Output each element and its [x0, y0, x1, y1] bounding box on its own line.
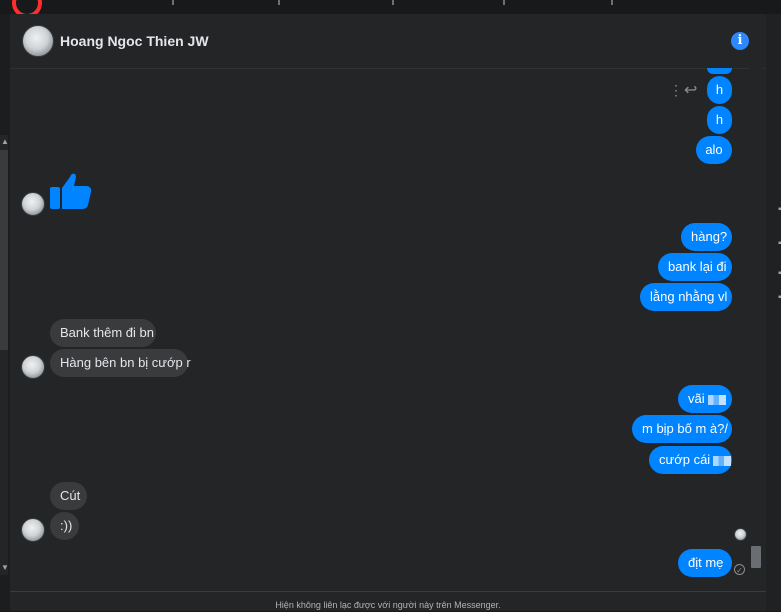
sender-avatar[interactable] [21, 355, 45, 379]
message-text: cướp cái [659, 452, 711, 467]
message-bubble-outgoing[interactable]: alo [696, 136, 732, 164]
message-text: Bank thêm đi bn [60, 325, 154, 340]
reply-icon[interactable]: ↩ [684, 80, 697, 100]
right-panel-edge: ▪ ▪ ▪ ▪ [766, 14, 781, 611]
left-scrollbar-thumb[interactable] [0, 150, 8, 350]
message-bubble-outgoing[interactable]: địt mẹ [678, 549, 732, 577]
sender-avatar[interactable] [21, 192, 45, 216]
message-text: hàng? [691, 229, 728, 244]
message-bubble-outgoing[interactable]: h [707, 106, 732, 134]
message-text: h [715, 82, 724, 97]
message-bubble-outgoing[interactable]: hàng? [681, 223, 732, 251]
message-bubble-outgoing[interactable]: vãi [678, 385, 732, 413]
chat-header: Hoang Ngoc Thien JW i [10, 14, 766, 69]
browser-top-bar [0, 0, 781, 18]
message-bubble-outgoing[interactable]: cướp cái [649, 446, 732, 474]
chat-scrollbar[interactable] [749, 68, 763, 578]
message-text: lằng nhằng vl [650, 289, 728, 304]
contact-avatar[interactable] [22, 25, 54, 57]
seen-avatar [734, 528, 747, 541]
message-bubble-incoming[interactable]: Hàng bên bn bị cướp r [50, 349, 191, 377]
message-text: m bịp bố m à?/ [642, 421, 728, 436]
sent-check-icon: ✓ [734, 564, 745, 575]
message-text: vãi [688, 391, 705, 406]
scroll-up-arrow-icon[interactable]: ▲ [1, 137, 9, 146]
chat-window: Hoang Ngoc Thien JW i ⋮ ↩ h h alo hàng? … [10, 14, 766, 611]
thumbs-up-icon[interactable] [46, 168, 94, 216]
message-text: bank lại đi [668, 259, 727, 274]
chat-scrollbar-thumb[interactable] [751, 546, 761, 568]
message-text: h [715, 112, 724, 127]
message-bubble-outgoing[interactable]: lằng nhằng vl [640, 283, 732, 311]
more-vertical-icon[interactable]: ⋮ [669, 82, 683, 99]
message-bubble-incoming[interactable]: :)) [50, 512, 79, 540]
toolbar-icon[interactable] [278, 0, 280, 5]
message-text: Cút [60, 488, 81, 503]
message-bubble-outgoing[interactable]: bank lại đi [658, 253, 732, 281]
info-icon[interactable]: i [731, 32, 749, 50]
unavailable-notice-text: Hiện không liên lạc được với người này t… [275, 600, 501, 610]
message-bubble-partial[interactable] [707, 68, 732, 74]
unavailable-notice: Hiện không liên lạc được với người này t… [10, 591, 766, 612]
message-bubble-incoming[interactable]: Bank thêm đi bn [50, 319, 156, 347]
message-text: :)) [60, 518, 73, 533]
message-text: Hàng bên bn bị cướp r [60, 355, 191, 370]
pixelated-emoji-icon [707, 394, 726, 405]
message-text: địt mẹ [688, 555, 724, 570]
sender-avatar[interactable] [21, 518, 45, 542]
message-text: alo [705, 142, 723, 157]
message-bubble-incoming[interactable]: Cút [50, 482, 87, 510]
toolbar-icon[interactable] [503, 0, 505, 5]
message-bubble-outgoing[interactable]: m bịp bố m à?/ [632, 415, 732, 443]
toolbar-icon[interactable] [611, 0, 613, 5]
scroll-down-arrow-icon[interactable]: ▼ [1, 563, 9, 572]
contact-name[interactable]: Hoang Ngoc Thien JW [60, 33, 209, 49]
pixelated-emoji-icon [713, 455, 732, 466]
toolbar-icon[interactable] [172, 0, 174, 5]
toolbar-icon[interactable] [392, 0, 394, 5]
message-bubble-outgoing[interactable]: h [707, 76, 732, 104]
